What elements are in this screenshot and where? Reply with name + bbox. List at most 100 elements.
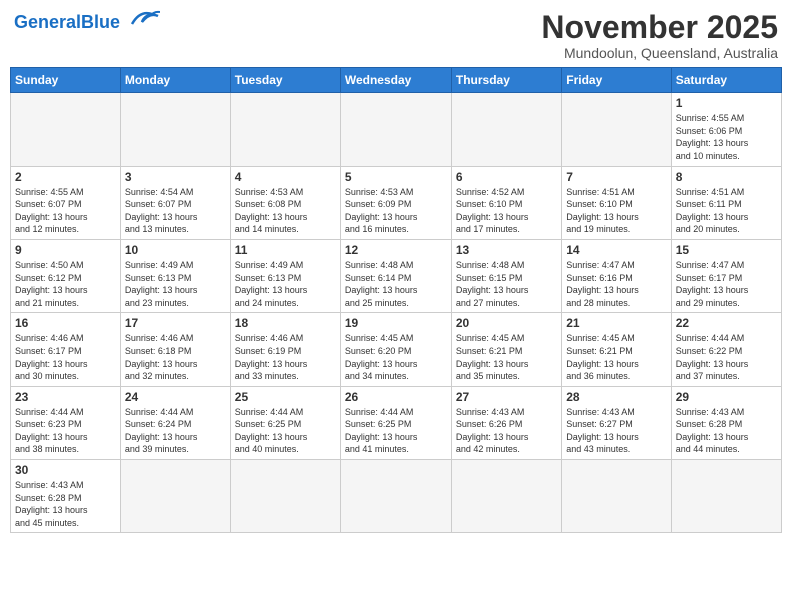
- day-info: Sunrise: 4:51 AM Sunset: 6:10 PM Dayligh…: [566, 186, 666, 236]
- day-number: 18: [235, 316, 336, 330]
- calendar-cell: [671, 460, 781, 533]
- calendar-header-tuesday: Tuesday: [230, 68, 340, 93]
- day-number: 11: [235, 243, 336, 257]
- day-info: Sunrise: 4:50 AM Sunset: 6:12 PM Dayligh…: [15, 259, 116, 309]
- calendar-cell: 12 Sunrise: 4:48 AM Sunset: 6:14 PM Dayli…: [340, 239, 451, 312]
- calendar-cell: 10 Sunrise: 4:49 AM Sunset: 6:13 PM Dayli…: [120, 239, 230, 312]
- calendar-cell: [230, 460, 340, 533]
- calendar-cell: 8 Sunrise: 4:51 AM Sunset: 6:11 PM Daylig…: [671, 166, 781, 239]
- day-info: Sunrise: 4:47 AM Sunset: 6:16 PM Dayligh…: [566, 259, 666, 309]
- day-info: Sunrise: 4:48 AM Sunset: 6:14 PM Dayligh…: [345, 259, 447, 309]
- day-number: 30: [15, 463, 116, 477]
- day-number: 14: [566, 243, 666, 257]
- day-number: 3: [125, 170, 226, 184]
- calendar-cell: 28 Sunrise: 4:43 AM Sunset: 6:27 PM Dayli…: [562, 386, 671, 459]
- day-info: Sunrise: 4:53 AM Sunset: 6:09 PM Dayligh…: [345, 186, 447, 236]
- day-info: Sunrise: 4:45 AM Sunset: 6:21 PM Dayligh…: [566, 332, 666, 382]
- day-number: 13: [456, 243, 557, 257]
- calendar-cell: [340, 460, 451, 533]
- day-info: Sunrise: 4:51 AM Sunset: 6:11 PM Dayligh…: [676, 186, 777, 236]
- calendar-cell: [451, 93, 561, 166]
- day-info: Sunrise: 4:43 AM Sunset: 6:28 PM Dayligh…: [15, 479, 116, 529]
- day-number: 8: [676, 170, 777, 184]
- calendar-cell: 3 Sunrise: 4:54 AM Sunset: 6:07 PM Daylig…: [120, 166, 230, 239]
- day-number: 12: [345, 243, 447, 257]
- logo-text: GeneralBlue: [14, 13, 120, 31]
- day-number: 9: [15, 243, 116, 257]
- calendar-week-row: 2 Sunrise: 4:55 AM Sunset: 6:07 PM Daylig…: [11, 166, 782, 239]
- calendar-cell: 18 Sunrise: 4:46 AM Sunset: 6:19 PM Dayli…: [230, 313, 340, 386]
- calendar-header-wednesday: Wednesday: [340, 68, 451, 93]
- calendar-cell: 6 Sunrise: 4:52 AM Sunset: 6:10 PM Daylig…: [451, 166, 561, 239]
- month-title: November 2025: [541, 10, 778, 45]
- day-number: 6: [456, 170, 557, 184]
- day-info: Sunrise: 4:45 AM Sunset: 6:20 PM Dayligh…: [345, 332, 447, 382]
- day-info: Sunrise: 4:46 AM Sunset: 6:19 PM Dayligh…: [235, 332, 336, 382]
- day-number: 22: [676, 316, 777, 330]
- title-block: November 2025 Mundoolun, Queensland, Aus…: [541, 10, 778, 61]
- calendar-cell: 20 Sunrise: 4:45 AM Sunset: 6:21 PM Dayli…: [451, 313, 561, 386]
- day-number: 7: [566, 170, 666, 184]
- day-number: 29: [676, 390, 777, 404]
- day-info: Sunrise: 4:46 AM Sunset: 6:17 PM Dayligh…: [15, 332, 116, 382]
- calendar-cell: 16 Sunrise: 4:46 AM Sunset: 6:17 PM Dayli…: [11, 313, 121, 386]
- day-info: Sunrise: 4:55 AM Sunset: 6:07 PM Dayligh…: [15, 186, 116, 236]
- calendar-cell: 4 Sunrise: 4:53 AM Sunset: 6:08 PM Daylig…: [230, 166, 340, 239]
- day-info: Sunrise: 4:49 AM Sunset: 6:13 PM Dayligh…: [235, 259, 336, 309]
- day-number: 23: [15, 390, 116, 404]
- day-info: Sunrise: 4:54 AM Sunset: 6:07 PM Dayligh…: [125, 186, 226, 236]
- day-number: 20: [456, 316, 557, 330]
- calendar-table: SundayMondayTuesdayWednesdayThursdayFrid…: [10, 67, 782, 533]
- calendar-cell: 15Sunrise: 4:47 AM Sunset: 6:17 PM Dayli…: [671, 239, 781, 312]
- calendar-cell: 2 Sunrise: 4:55 AM Sunset: 6:07 PM Daylig…: [11, 166, 121, 239]
- calendar-cell: 17Sunrise: 4:46 AM Sunset: 6:18 PM Dayli…: [120, 313, 230, 386]
- day-info: Sunrise: 4:49 AM Sunset: 6:13 PM Dayligh…: [125, 259, 226, 309]
- day-number: 27: [456, 390, 557, 404]
- calendar-cell: 19 Sunrise: 4:45 AM Sunset: 6:20 PM Dayli…: [340, 313, 451, 386]
- calendar-cell: 30 Sunrise: 4:43 AM Sunset: 6:28 PM Dayli…: [11, 460, 121, 533]
- day-number: 15: [676, 243, 777, 257]
- day-number: 25: [235, 390, 336, 404]
- day-number: 17: [125, 316, 226, 330]
- calendar-week-row: 16 Sunrise: 4:46 AM Sunset: 6:17 PM Dayli…: [11, 313, 782, 386]
- day-number: 4: [235, 170, 336, 184]
- day-info: Sunrise: 4:43 AM Sunset: 6:28 PM Dayligh…: [676, 406, 777, 456]
- day-number: 19: [345, 316, 447, 330]
- logo: GeneralBlue: [14, 10, 160, 34]
- calendar-cell: 22 Sunrise: 4:44 AM Sunset: 6:22 PM Dayli…: [671, 313, 781, 386]
- calendar-cell: 1Sunrise: 4:55 AM Sunset: 6:06 PM Daylig…: [671, 93, 781, 166]
- day-info: Sunrise: 4:45 AM Sunset: 6:21 PM Dayligh…: [456, 332, 557, 382]
- day-info: Sunrise: 4:43 AM Sunset: 6:27 PM Dayligh…: [566, 406, 666, 456]
- day-info: Sunrise: 4:44 AM Sunset: 6:25 PM Dayligh…: [345, 406, 447, 456]
- day-number: 2: [15, 170, 116, 184]
- calendar-cell: 14 Sunrise: 4:47 AM Sunset: 6:16 PM Dayli…: [562, 239, 671, 312]
- calendar-cell: 23 Sunrise: 4:44 AM Sunset: 6:23 PM Dayli…: [11, 386, 121, 459]
- day-info: Sunrise: 4:48 AM Sunset: 6:15 PM Dayligh…: [456, 259, 557, 309]
- calendar-cell: [120, 93, 230, 166]
- calendar-header-row: SundayMondayTuesdayWednesdayThursdayFrid…: [11, 68, 782, 93]
- day-number: 5: [345, 170, 447, 184]
- calendar-cell: 27 Sunrise: 4:43 AM Sunset: 6:26 PM Dayli…: [451, 386, 561, 459]
- calendar-cell: 26Sunrise: 4:44 AM Sunset: 6:25 PM Dayli…: [340, 386, 451, 459]
- calendar-header-monday: Monday: [120, 68, 230, 93]
- calendar-cell: 9 Sunrise: 4:50 AM Sunset: 6:12 PM Daylig…: [11, 239, 121, 312]
- day-info: Sunrise: 4:53 AM Sunset: 6:08 PM Dayligh…: [235, 186, 336, 236]
- calendar-cell: 11 Sunrise: 4:49 AM Sunset: 6:13 PM Dayli…: [230, 239, 340, 312]
- day-info: Sunrise: 4:52 AM Sunset: 6:10 PM Dayligh…: [456, 186, 557, 236]
- day-number: 10: [125, 243, 226, 257]
- day-number: 28: [566, 390, 666, 404]
- calendar-cell: 13 Sunrise: 4:48 AM Sunset: 6:15 PM Dayli…: [451, 239, 561, 312]
- calendar-cell: 7 Sunrise: 4:51 AM Sunset: 6:10 PM Daylig…: [562, 166, 671, 239]
- calendar-week-row: 30 Sunrise: 4:43 AM Sunset: 6:28 PM Dayli…: [11, 460, 782, 533]
- calendar-header-thursday: Thursday: [451, 68, 561, 93]
- day-info: Sunrise: 4:44 AM Sunset: 6:22 PM Dayligh…: [676, 332, 777, 382]
- calendar-week-row: 1Sunrise: 4:55 AM Sunset: 6:06 PM Daylig…: [11, 93, 782, 166]
- day-number: 21: [566, 316, 666, 330]
- day-info: Sunrise: 4:44 AM Sunset: 6:23 PM Dayligh…: [15, 406, 116, 456]
- calendar-cell: [120, 460, 230, 533]
- day-info: Sunrise: 4:43 AM Sunset: 6:26 PM Dayligh…: [456, 406, 557, 456]
- calendar-header-friday: Friday: [562, 68, 671, 93]
- day-number: 1: [676, 96, 777, 110]
- day-number: 16: [15, 316, 116, 330]
- calendar-cell: [340, 93, 451, 166]
